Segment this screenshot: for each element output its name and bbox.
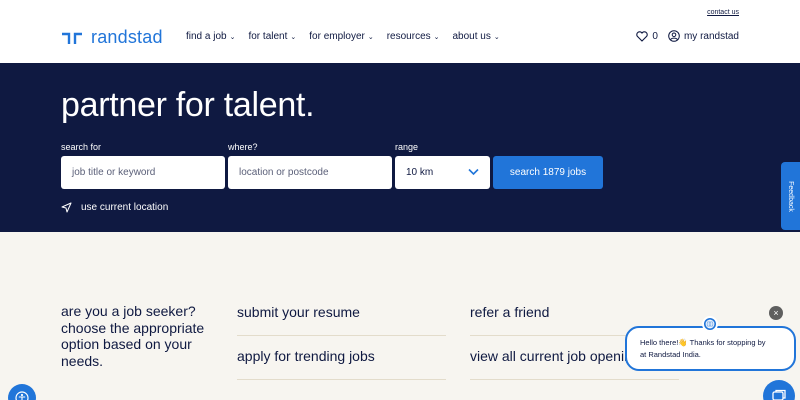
divider: [237, 335, 446, 336]
main-nav: find a job ⌄ for talent ⌄ for employer ⌄…: [186, 31, 513, 42]
range-label: range: [395, 142, 419, 152]
feedback-label: Feedback: [787, 180, 794, 212]
nav-for-talent[interactable]: for talent ⌄: [248, 31, 296, 42]
chevron-down-icon: ⌄: [433, 33, 440, 41]
chat-bot-avatar: [702, 316, 718, 332]
contact-us-link[interactable]: contact us: [707, 9, 739, 16]
view-current-openings-link[interactable]: view all current job openings: [470, 348, 647, 364]
chat-launcher-button[interactable]: [763, 380, 795, 400]
apply-trending-jobs-link[interactable]: apply for trending jobs: [237, 348, 375, 364]
nav-label: about us: [452, 31, 491, 42]
globe-icon: [705, 319, 715, 329]
location-input[interactable]: location or postcode: [228, 156, 392, 189]
chat-greeting-line2: at Randstad India.: [640, 350, 701, 359]
chat-greeting-bubble[interactable]: Hello there!👋 Thanks for stopping by at …: [625, 326, 796, 371]
nav-find-a-job[interactable]: find a job ⌄: [186, 31, 235, 42]
divider: [470, 379, 679, 380]
keyword-input[interactable]: job title or keyword: [61, 156, 225, 189]
favorites-button[interactable]: 0: [636, 31, 658, 42]
divider: [237, 379, 446, 380]
use-location-label: use current location: [81, 202, 169, 213]
logo-wordmark: randstad: [91, 27, 163, 47]
job-seeker-intro: are you a job seeker? choose the appropr…: [61, 303, 205, 369]
randstad-logo-icon: [62, 32, 82, 44]
chevron-down-icon: ⌄: [290, 33, 297, 41]
account-label: my randstad: [683, 30, 739, 42]
favorites-count: 0: [652, 30, 658, 42]
submit-resume-link[interactable]: submit your resume: [237, 304, 360, 320]
nav-about-us[interactable]: about us ⌄: [453, 31, 500, 42]
search-jobs-button[interactable]: search 1879 jobs: [493, 156, 603, 189]
header-utilities: 0 my randstad: [626, 30, 739, 42]
nav-label: for talent: [248, 31, 288, 42]
site-header: contact us randstad find a job ⌄ for tal…: [0, 0, 800, 63]
keyword-placeholder: job title or keyword: [72, 167, 156, 178]
chat-close-button[interactable]: ×: [769, 306, 783, 320]
accessibility-button[interactable]: [8, 384, 36, 400]
chevron-down-icon: ⌄: [367, 33, 374, 41]
feedback-tab[interactable]: Feedback: [781, 162, 800, 230]
nav-label: find a job: [186, 31, 227, 42]
accessibility-icon: [15, 391, 29, 400]
range-value: 10 km: [406, 167, 434, 178]
nav-label: for employer: [309, 31, 365, 42]
chat-greeting-line1: Hello there!👋 Thanks for stopping by: [640, 338, 766, 347]
chat-icon: [772, 389, 786, 400]
hero-title: partner for talent.: [61, 86, 315, 124]
location-arrow-icon: [61, 202, 72, 213]
heart-icon: [636, 30, 649, 42]
location-placeholder: location or postcode: [239, 167, 329, 178]
randstad-logo[interactable]: randstad: [61, 27, 163, 48]
my-randstad-button[interactable]: my randstad: [668, 30, 739, 42]
chevron-down-icon: ⌄: [493, 33, 500, 41]
nav-resources[interactable]: resources ⌄: [387, 31, 440, 42]
chevron-down-icon: [468, 168, 479, 176]
search-for-label: search for: [61, 142, 102, 152]
nav-label: resources: [386, 31, 431, 42]
refer-a-friend-link[interactable]: refer a friend: [470, 304, 549, 320]
user-icon: [668, 30, 680, 42]
use-current-location-button[interactable]: use current location: [61, 202, 168, 213]
chevron-down-icon: ⌄: [229, 33, 236, 41]
hero-search-section: partner for talent. search for job title…: [0, 63, 800, 232]
where-label: where?: [228, 142, 258, 152]
nav-for-employer[interactable]: for employer ⌄: [309, 31, 373, 42]
range-select[interactable]: 10 km: [395, 156, 490, 189]
